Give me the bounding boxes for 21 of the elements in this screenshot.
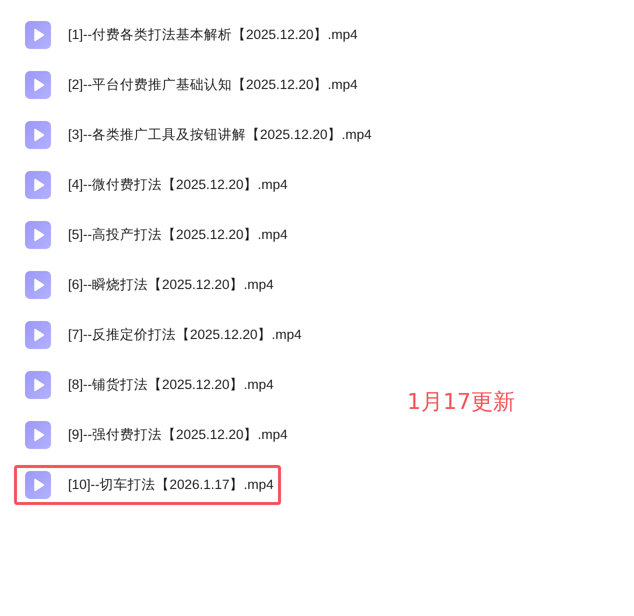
video-file-icon bbox=[25, 121, 51, 149]
video-file-icon bbox=[25, 421, 51, 449]
file-name[interactable]: [3]--各类推广工具及按钮讲解【2025.12.20】.mp4 bbox=[68, 126, 372, 144]
video-file-icon bbox=[25, 271, 51, 299]
file-name[interactable]: [4]--微付费打法【2025.12.20】.mp4 bbox=[68, 176, 288, 194]
video-file-icon bbox=[25, 471, 51, 499]
file-name[interactable]: [7]--反推定价打法【2025.12.20】.mp4 bbox=[68, 326, 302, 344]
update-note: 1月17更新 bbox=[407, 389, 515, 417]
video-file-icon bbox=[25, 321, 51, 349]
video-file-icon bbox=[25, 371, 51, 399]
file-name[interactable]: [5]--高投产打法【2025.12.20】.mp4 bbox=[68, 226, 288, 244]
file-name[interactable]: [9]--强付费打法【2025.12.20】.mp4 bbox=[68, 426, 288, 444]
video-file-icon bbox=[25, 21, 51, 49]
file-name[interactable]: [10]--切车打法【2026.1.17】.mp4 bbox=[68, 476, 274, 494]
file-name[interactable]: [8]--铺货打法【2025.12.20】.mp4 bbox=[68, 376, 274, 394]
video-file-icon bbox=[25, 221, 51, 249]
video-file-icon bbox=[25, 171, 51, 199]
file-name[interactable]: [1]--付费各类打法基本解析【2025.12.20】.mp4 bbox=[68, 26, 358, 44]
file-name[interactable]: [2]--平台付费推广基础认知【2025.12.20】.mp4 bbox=[68, 76, 358, 94]
video-file-icon bbox=[25, 71, 51, 99]
file-name[interactable]: [6]--瞬烧打法【2025.12.20】.mp4 bbox=[68, 276, 274, 294]
